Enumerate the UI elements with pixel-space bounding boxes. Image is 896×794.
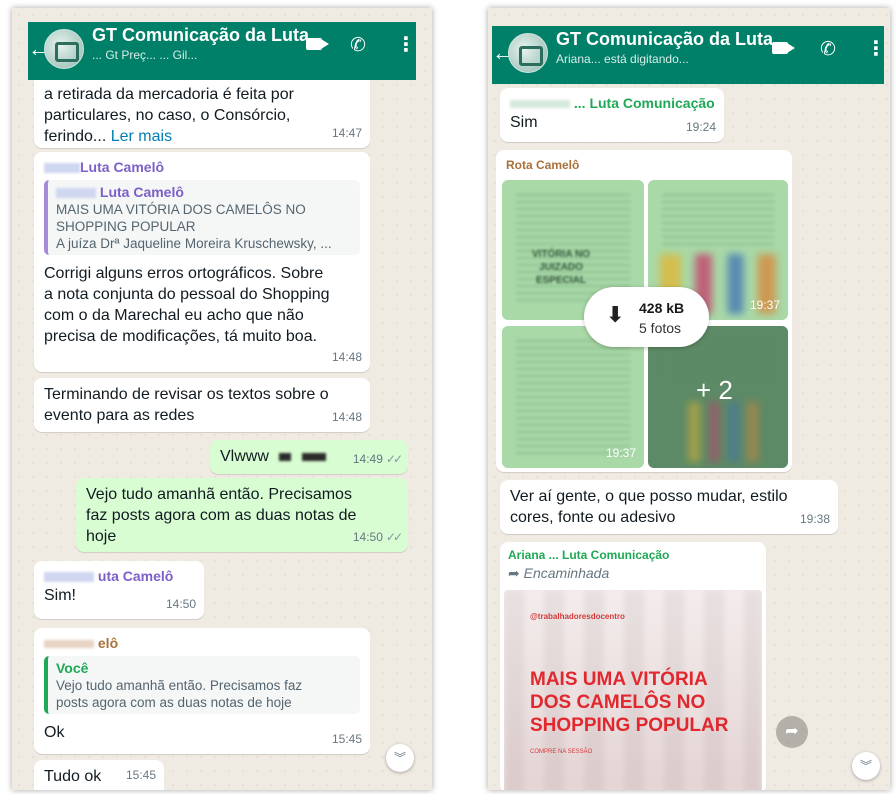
message-time: 14:48	[331, 350, 362, 364]
download-size: 428 kB	[639, 300, 685, 316]
message-bubble[interactable]: Ver aí gente, o que posso mudar, estilo …	[500, 480, 838, 534]
message-time: 14:49 ✓✓	[352, 452, 403, 466]
sender-name: Ariana ... Luta Comunicação	[508, 548, 670, 562]
message-bubble-outgoing[interactable]: Vlwww 14:49 ✓✓	[210, 440, 408, 474]
message-line: com o da Marechal eu acho que não	[44, 307, 304, 324]
quoted-line: SHOPPING POPULAR	[56, 219, 196, 234]
chat-header: ← GT Comunicação da Luta Ariana... está …	[492, 26, 886, 84]
poster-headline: MAIS UMA VITÓRIA DOS CAMELÔS NO SHOPPING…	[530, 669, 729, 736]
message-text: Ok	[44, 724, 65, 741]
group-subtitle: ... Gt Preç... ... Gil...	[92, 48, 198, 62]
poster-tag: @trabalhadoresdocentro	[530, 612, 625, 621]
more-options-icon[interactable]: ⋮	[396, 32, 416, 57]
message-time: 19:38	[799, 512, 830, 526]
sender-name: Rota Camelô	[506, 158, 580, 172]
video-call-icon[interactable]	[306, 38, 329, 50]
message-time: 19:24	[685, 120, 716, 134]
message-time: 14:50 ✓✓	[352, 530, 403, 544]
photo-text: ESPECIAL	[535, 275, 586, 286]
message-line: particulares, no caso, o Consórcio,	[44, 107, 291, 124]
quoted-message[interactable]: Luta Camelô MAIS UMA VITÓRIA DOS CAMELÔS…	[44, 180, 360, 255]
forward-share-icon[interactable]: ➦	[776, 716, 808, 748]
message-bubble[interactable]: elô Você Vejo tudo amanhã então. Precisa…	[34, 628, 370, 754]
photo-count: 5 fotos	[639, 320, 682, 336]
message-line: Corrigi alguns erros ortográficos. Sobre	[44, 265, 324, 282]
sender-name: ... Luta Comunicação	[510, 94, 715, 112]
message-text: Vlwww	[220, 448, 269, 465]
message-time: 15:45	[331, 732, 362, 746]
chat-header: ← GT Comunicação da Luta ... Gt Preç... …	[28, 22, 416, 80]
message-line: ferindo... Ler mais	[44, 128, 173, 145]
quoted-line: posts agora com as duas notas de hoje	[56, 695, 292, 710]
read-ticks-icon: ✓✓	[385, 530, 403, 544]
message-bubble[interactable]: Tudo ok 15:45	[34, 760, 164, 790]
forwarded-label: ➦ Encaminhada	[508, 565, 610, 581]
poster-image[interactable]: @trabalhadoresdocentro MAIS UMA VITÓRIA …	[504, 590, 762, 790]
message-line: evento para as redes	[44, 407, 195, 424]
more-options-icon[interactable]: ⋮	[866, 36, 886, 61]
more-photos-count: + 2	[696, 375, 733, 405]
group-title[interactable]: GT Comunicação da Luta	[556, 29, 773, 50]
album-photo[interactable]: 19:37	[502, 326, 644, 468]
voice-call-icon[interactable]: ✆	[820, 38, 836, 61]
read-more-link[interactable]: Ler mais	[111, 128, 172, 145]
message-bubble-outgoing[interactable]: Vejo tudo amanhã então. Precisamos faz p…	[76, 478, 408, 552]
photo-time: 19:37	[749, 298, 780, 312]
message-text: Sim	[510, 114, 538, 131]
sender-name: uta Camelô	[44, 567, 194, 585]
download-button[interactable]: ⬇ 428 kB 5 fotos	[584, 287, 709, 347]
quoted-line: Vejo tudo amanhã então. Precisamos faz	[56, 678, 303, 693]
forwarded-image-bubble[interactable]: Ariana ... Luta Comunicação ➦ Encaminhad…	[500, 542, 766, 790]
group-avatar[interactable]	[44, 29, 84, 69]
message-line: Ver aí gente, o que posso mudar, estilo	[510, 488, 788, 505]
message-bubble[interactable]: a retirada da mercadoria é feita por par…	[34, 70, 370, 148]
quoted-message[interactable]: Você Vejo tudo amanhã então. Precisamos …	[44, 656, 360, 714]
quoted-line: A juíza Drª Jaqueline Moreira Kruschewsk…	[56, 236, 332, 251]
message-line: hoje	[86, 528, 117, 545]
quoted-line: MAIS UMA VITÓRIA DOS CAMELÔS NO	[56, 202, 306, 217]
photo-text: JUIZADO	[539, 262, 583, 273]
message-line: cores, fonte ou adesivo	[510, 509, 676, 526]
photo-text: VITÓRIA NO	[532, 249, 590, 260]
quoted-sender: Luta Camelô	[56, 183, 352, 201]
message-bubble[interactable]: Luta Camelô Luta Camelô MAIS UMA VITÓRIA…	[34, 152, 370, 372]
message-text: Tudo ok	[44, 768, 102, 785]
scroll-down-icon[interactable]: ︾	[852, 752, 880, 780]
message-time: 15:45	[125, 768, 156, 782]
message-line: a retirada da mercadoria é feita por	[44, 86, 294, 103]
album-more-photos[interactable]: + 2	[648, 326, 788, 468]
forwarded-icon: ➦	[508, 565, 520, 581]
chat-screen-left: ← GT Comunicação da Luta ... Gt Preç... …	[12, 8, 432, 790]
message-line: Vejo tudo amanhã então. Precisamos	[86, 486, 352, 503]
message-time: 14:47	[331, 126, 362, 140]
group-subtitle: Ariana... está digitando...	[556, 52, 689, 66]
message-line: a nota conjunta do pessoal do Shopping	[44, 286, 330, 303]
read-ticks-icon: ✓✓	[385, 452, 403, 466]
download-icon: ⬇	[606, 302, 625, 327]
photo-album-bubble[interactable]: Rota Camelô VITÓRIA NO JUIZADO ESPECIAL …	[496, 150, 792, 472]
message-time: 14:48	[331, 410, 362, 424]
video-call-icon[interactable]	[772, 42, 795, 54]
message-bubble[interactable]: Terminando de revisar os textos sobre o …	[34, 378, 370, 432]
group-avatar[interactable]	[508, 33, 548, 73]
chat-screen-right: ← GT Comunicação da Luta Ariana... está …	[488, 8, 890, 790]
photo-time: 19:37	[605, 446, 636, 460]
message-bubble[interactable]: ... Luta Comunicação Sim 19:24	[500, 88, 724, 142]
message-bubble[interactable]: uta Camelô Sim! 14:50	[34, 561, 204, 619]
scroll-down-icon[interactable]: ︾	[386, 744, 414, 772]
group-title[interactable]: GT Comunicação da Luta	[92, 25, 309, 46]
message-line: Terminando de revisar os textos sobre o	[44, 386, 329, 403]
sender-name: Luta Camelô	[44, 158, 360, 176]
poster-subtext: COMPRE NA SESSÃO	[530, 749, 593, 755]
sender-name: elô	[44, 634, 360, 652]
message-line: faz posts agora com as duas notas de	[86, 507, 357, 524]
message-line: precisa de modificações, tá muito boa.	[44, 328, 318, 345]
quoted-sender: Você	[56, 660, 89, 676]
message-time: 14:50	[165, 597, 196, 611]
voice-call-icon[interactable]: ✆	[350, 34, 366, 57]
